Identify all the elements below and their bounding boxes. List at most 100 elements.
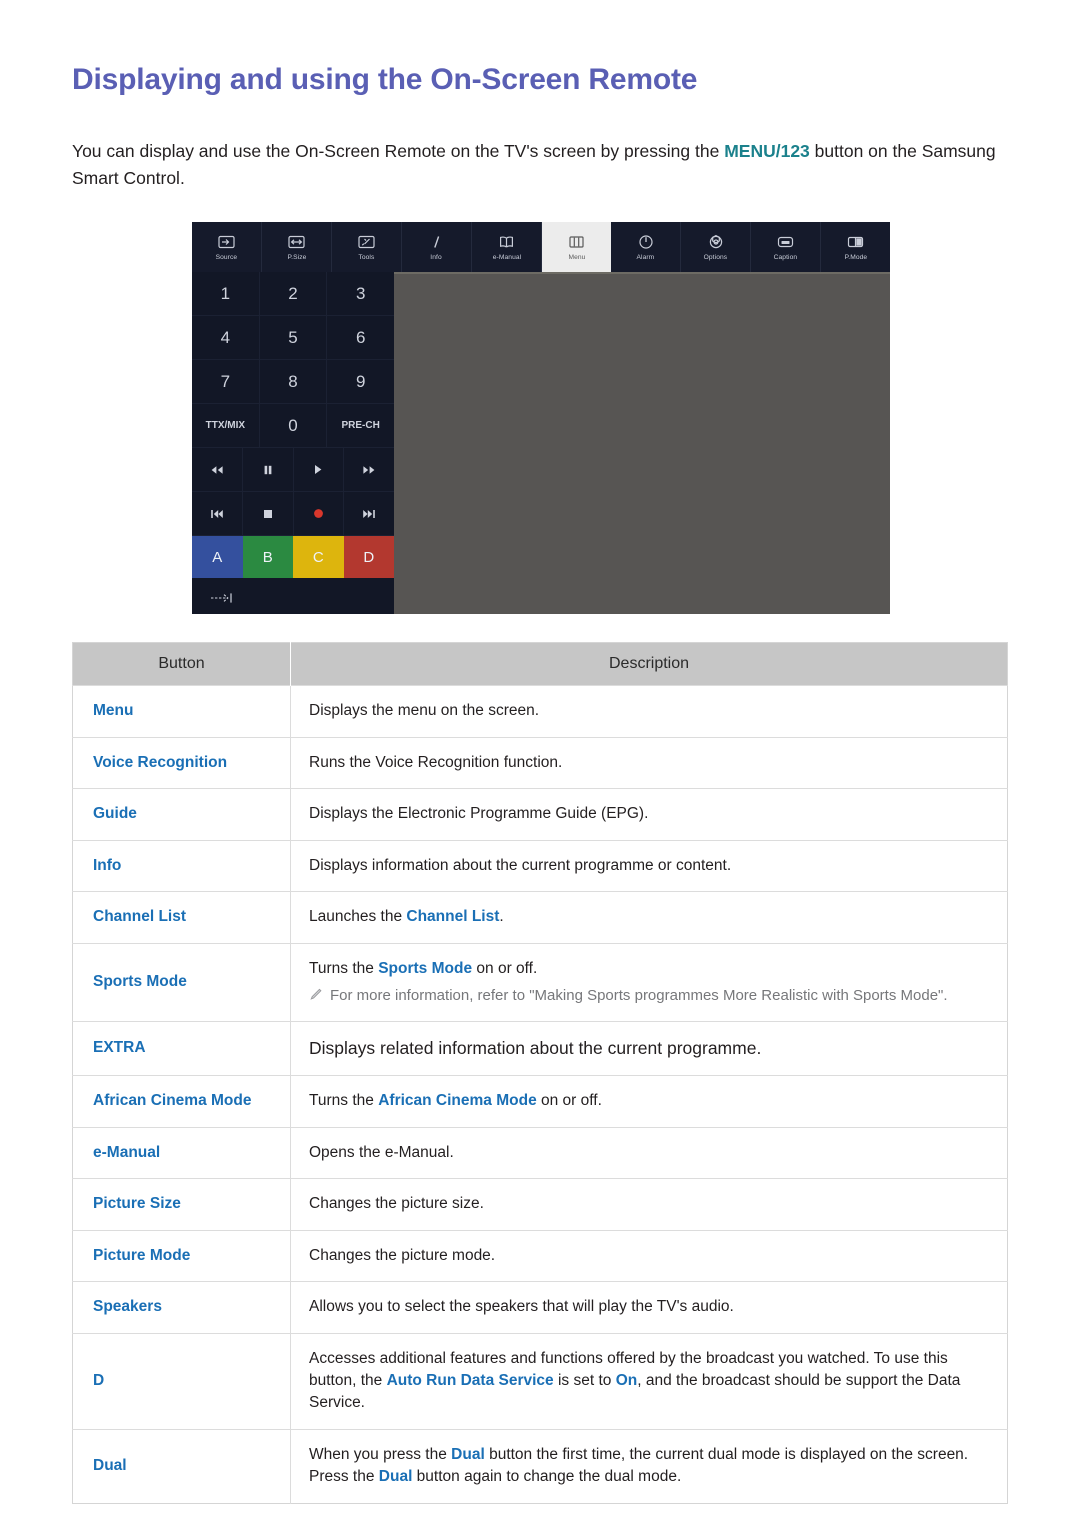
inline-text: on or off.: [536, 1092, 602, 1110]
keypad-key-9[interactable]: 9: [327, 360, 395, 405]
keypad-row: 456: [192, 316, 395, 361]
button-name-cell[interactable]: Dual: [72, 1428, 291, 1504]
inline-link[interactable]: African Cinema Mode: [378, 1092, 536, 1109]
inline-link[interactable]: On: [616, 1372, 638, 1389]
keypad-key-pre-ch[interactable]: PRE-CH: [327, 404, 395, 449]
media-button-previous[interactable]: [192, 492, 243, 537]
remote-top-button-menu[interactable]: Menu: [542, 222, 611, 273]
button-name-cell[interactable]: Info: [72, 839, 291, 892]
description-text: Displays the Electronic Programme Guide …: [309, 803, 989, 825]
keypad-key-0[interactable]: 0: [259, 404, 328, 449]
button-name-cell[interactable]: e-Manual: [72, 1126, 291, 1179]
remote-top-button-info[interactable]: Info: [402, 222, 472, 273]
description-cell: Turns the African Cinema Mode on or off.: [290, 1075, 1008, 1128]
table-row: Channel List Launches the Channel List.: [72, 891, 1008, 944]
description-text: When you press the Dual button the first…: [309, 1444, 989, 1489]
media-button-pause[interactable]: [242, 448, 294, 493]
button-name-cell[interactable]: Voice Recognition: [72, 736, 291, 789]
inline-link[interactable]: Dual: [451, 1446, 485, 1463]
color-button-a[interactable]: A: [192, 536, 243, 579]
media-button-rewind[interactable]: [192, 448, 243, 493]
description-cell: Runs the Voice Recognition function.: [290, 736, 1008, 789]
inline-text: button the first time, the current dual …: [484, 1445, 969, 1463]
media-button-stop[interactable]: [242, 492, 294, 537]
media-button-record[interactable]: [293, 492, 345, 537]
keypad-key-6[interactable]: 6: [327, 316, 395, 361]
inline-link[interactable]: Auto Run Data Service: [387, 1372, 554, 1389]
inline-text: Runs the Voice Recognition function.: [309, 753, 563, 771]
page-title: Displaying and using the On-Screen Remot…: [72, 63, 698, 96]
color-button-c[interactable]: C: [293, 536, 344, 579]
remote-top-button-tools[interactable]: Tools: [332, 222, 402, 273]
color-button-d[interactable]: D: [343, 536, 394, 579]
description-text: Turns the African Cinema Mode on or off.: [309, 1090, 989, 1112]
button-name-cell[interactable]: Channel List: [72, 891, 291, 944]
keypad-key-4[interactable]: 4: [192, 316, 260, 361]
description-text: Changes the picture size.: [309, 1193, 989, 1215]
inline-link[interactable]: Dual: [379, 1468, 413, 1485]
description-text: Displays information about the current p…: [309, 855, 989, 877]
alarm-icon: [638, 232, 654, 252]
remote-top-button-p-size[interactable]: P.Size: [262, 222, 332, 273]
keypad-key-ttx-mix[interactable]: TTX/MIX: [192, 404, 260, 449]
remote-top-button-label: e-Manual: [492, 254, 521, 262]
description-text: Displays the menu on the screen.: [309, 700, 989, 722]
keypad-key-7[interactable]: 7: [192, 360, 260, 405]
button-name-cell[interactable]: Picture Size: [72, 1178, 291, 1231]
remote-top-button-options[interactable]: Options: [681, 222, 751, 273]
button-name-cell[interactable]: Menu: [72, 685, 291, 738]
remote-top-button-label: P.Size: [287, 254, 306, 262]
remote-top-button-alarm[interactable]: Alarm: [611, 222, 681, 273]
inline-link[interactable]: Sports Mode: [378, 960, 472, 977]
remote-top-button-label: Menu: [567, 254, 586, 262]
inline-text: Displays the menu on the screen.: [309, 702, 540, 720]
inline-link[interactable]: Channel List: [406, 908, 499, 925]
button-name-cell[interactable]: Picture Mode: [72, 1229, 291, 1282]
keypad-key-2[interactable]: 2: [259, 272, 328, 317]
button-name-cell[interactable]: Sports Mode: [72, 942, 291, 1022]
keypad-key-8[interactable]: 8: [259, 360, 328, 405]
on-screen-remote-screenshot: Source P.Size Tools Info e-Manual Menu Alarm Op…: [192, 222, 890, 615]
media-button-next[interactable]: [344, 492, 394, 537]
media-button-fast-forward[interactable]: [344, 448, 394, 493]
description-cell: Changes the picture mode.: [290, 1229, 1008, 1282]
pencil-icon: [309, 988, 322, 1007]
inline-text: Displays the Electronic Programme Guide …: [309, 805, 649, 823]
button-name-cell[interactable]: Guide: [72, 788, 291, 841]
remote-top-button-e-manual[interactable]: e-Manual: [472, 222, 542, 273]
keypad-row: TTX/MIX 0 PRE-CH: [192, 404, 395, 449]
description-text: Launches the Channel List.: [309, 906, 989, 928]
remote-top-icon-strip: Source P.Size Tools Info e-Manual Menu Alarm Op…: [192, 222, 890, 275]
table-row: African Cinema Mode Turns the African Cin…: [72, 1075, 1008, 1128]
remote-top-button-label: Info: [430, 254, 443, 262]
exit-arrow-icon[interactable]: [192, 578, 394, 614]
button-name-cell[interactable]: EXTRA: [72, 1020, 291, 1076]
button-name-cell[interactable]: Speakers: [72, 1281, 291, 1334]
intro-paragraph: You can display and use the On-Screen Re…: [72, 98, 1008, 192]
inline-text: on or off.: [472, 959, 538, 977]
table-header-row: Button Description: [72, 642, 1008, 686]
table-row: D Accesses additional features and functi…: [72, 1332, 1008, 1430]
button-name-cell[interactable]: African Cinema Mode: [72, 1075, 291, 1128]
remote-top-button-source[interactable]: Source: [192, 222, 262, 273]
picture-mode-icon: [847, 232, 864, 252]
button-name-cell[interactable]: D: [72, 1332, 291, 1430]
remote-top-button-p-mode[interactable]: P.Mode: [821, 222, 890, 272]
info-icon: [428, 232, 445, 252]
inline-text: Displays related information about the c…: [309, 1037, 762, 1058]
keypad-key-1[interactable]: 1: [192, 272, 260, 317]
description-text: Allows you to select the speakers that w…: [309, 1296, 989, 1318]
on-screen-remote-figure: Source P.Size Tools Info e-Manual Menu Alarm Op…: [72, 192, 1008, 615]
remote-top-button-caption[interactable]: Caption: [751, 222, 821, 273]
menu-123-key: MENU/123: [724, 141, 810, 161]
table-row: Menu Displays the menu on the screen.: [72, 685, 1008, 738]
keypad-key-5[interactable]: 5: [259, 316, 328, 361]
table-row: Picture Size Changes the picture size.: [72, 1178, 1008, 1231]
inline-text: Allows you to select the speakers that w…: [309, 1298, 734, 1316]
description-cell: When you press the Dual button the first…: [290, 1428, 1008, 1504]
media-button-play[interactable]: [293, 448, 345, 493]
keypad-key-3[interactable]: 3: [327, 272, 395, 317]
keypad-row: 789: [192, 360, 395, 405]
color-button-b[interactable]: B: [242, 536, 293, 579]
picture-size-icon: [288, 232, 305, 252]
